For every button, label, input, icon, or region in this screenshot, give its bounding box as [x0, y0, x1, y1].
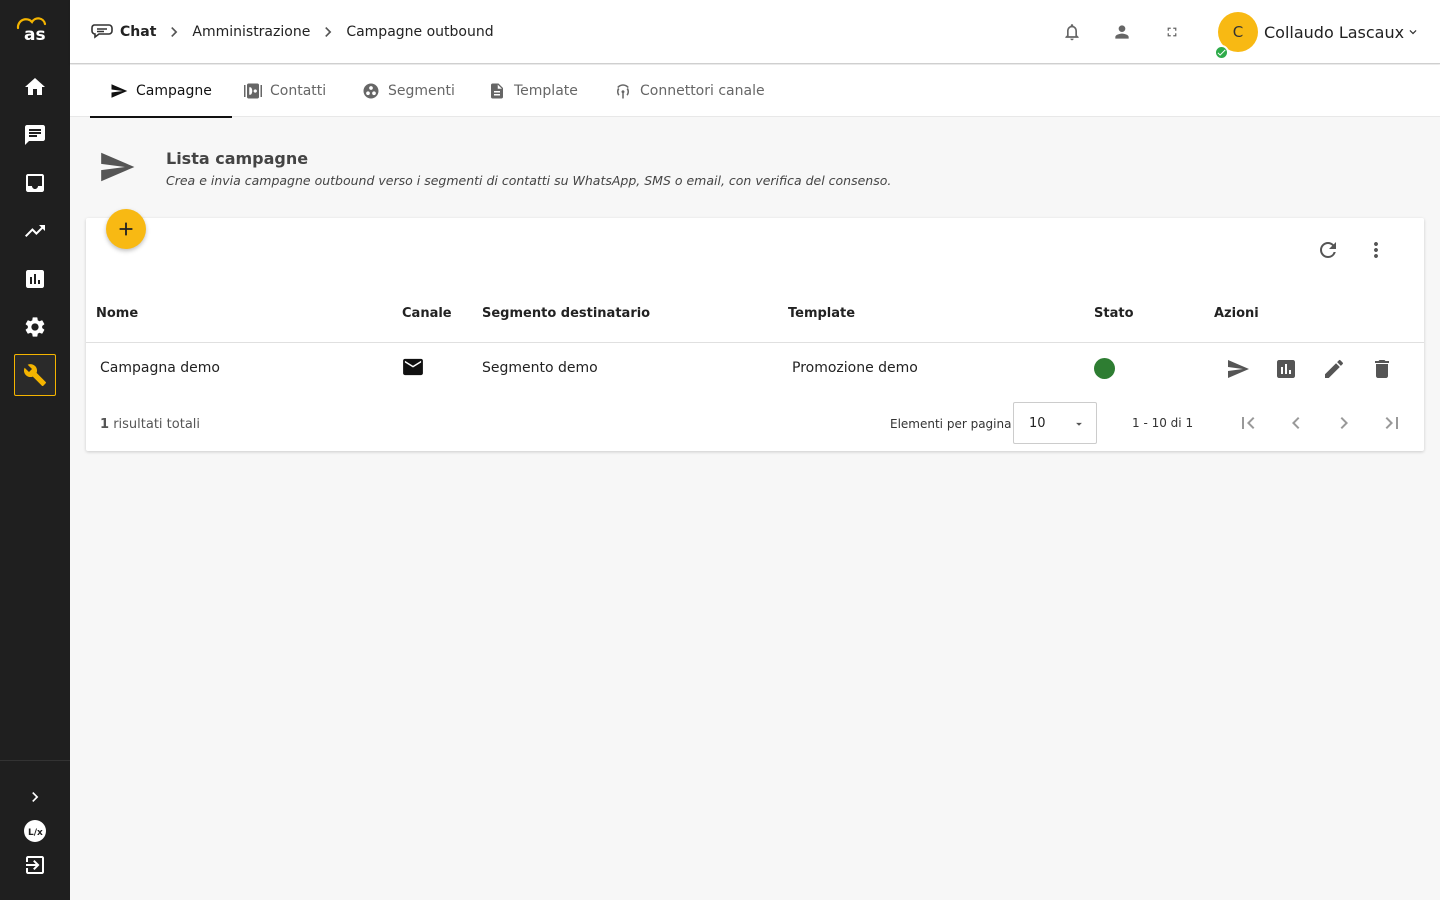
tab-connettori[interactable]: Connettori canale: [594, 65, 785, 117]
tab-label: Campagne: [136, 83, 212, 99]
column-header-nome[interactable]: Nome: [96, 306, 138, 321]
first-page-icon[interactable]: [1236, 411, 1260, 435]
chevron-right-icon: [171, 27, 178, 37]
trending-up-icon: [25, 225, 45, 237]
nav-reports[interactable]: [14, 258, 56, 300]
refresh-icon[interactable]: [1316, 238, 1340, 262]
document-icon: [491, 83, 503, 99]
page-subtitle: Crea e invia campagne outbound verso i s…: [166, 173, 892, 188]
table-footer: 1 risultati totali Elementi per pagina 1…: [86, 394, 1424, 452]
edit-icon[interactable]: [1322, 357, 1346, 381]
send-icon: [111, 84, 128, 98]
user-name: Collaudo Lascaux: [1264, 22, 1405, 42]
tab-campagne[interactable]: Campagne: [90, 65, 232, 118]
tab-segmenti[interactable]: Segmenti: [342, 65, 475, 117]
cell-name: Campagna demo: [100, 360, 220, 376]
inbox-icon: [26, 174, 44, 192]
add-campaign-button[interactable]: [106, 209, 146, 249]
column-header-segmento[interactable]: Segmento destinatario: [482, 306, 650, 321]
page-range: 1 - 10 di 1: [1132, 416, 1194, 430]
cell-template: Promozione demo: [792, 360, 918, 376]
more-vert-icon[interactable]: [1364, 238, 1388, 262]
segments-icon: [363, 83, 379, 99]
home-icon: [25, 78, 45, 95]
dropdown-arrow-icon: [1076, 422, 1082, 426]
campaigns-card: Nome Canale Segmento destinatario Templa…: [86, 209, 1424, 452]
page-title: Lista campagne: [166, 149, 309, 168]
cell-segment: Segmento demo: [482, 360, 598, 376]
top-bar: Chat Amministrazione Campagne outbound C…: [70, 0, 1440, 64]
contacts-icon: [244, 83, 262, 99]
svg-text:as: as: [24, 25, 46, 44]
gear-icon: [25, 317, 45, 337]
status-indicator: [1094, 358, 1115, 379]
avatar: C: [1214, 12, 1258, 60]
column-header-stato[interactable]: Stato: [1094, 306, 1134, 321]
plus-icon: [119, 222, 133, 236]
chevron-down-icon: [1409, 30, 1417, 35]
tab-label: Contatti: [270, 83, 327, 99]
per-page-label: Elementi per pagina: [890, 417, 1012, 431]
next-page-icon[interactable]: [1332, 411, 1356, 435]
app-logo-icon[interactable]: as: [12, 14, 54, 44]
sidebar: as L/x: [0, 0, 70, 900]
total-label: risultati totali: [113, 417, 201, 432]
total-results: 1 risultati totali: [100, 417, 200, 432]
column-header-canale[interactable]: Canale: [402, 306, 452, 321]
chevron-right-icon: [325, 27, 332, 37]
chat-icon: [25, 125, 45, 145]
fullscreen-icon[interactable]: [1162, 22, 1182, 42]
delete-icon[interactable]: [1370, 357, 1394, 381]
column-header-azioni: Azioni: [1214, 306, 1259, 321]
logout-icon: [26, 856, 44, 874]
last-page-icon[interactable]: [1380, 411, 1404, 435]
stats-icon[interactable]: [1274, 357, 1298, 381]
bell-icon[interactable]: [1062, 22, 1082, 42]
tab-label: Template: [514, 83, 578, 99]
breadcrumb: Chat Amministrazione Campagne outbound: [90, 20, 494, 44]
logout-button[interactable]: [14, 844, 56, 886]
nav-chat[interactable]: [14, 114, 56, 156]
person-icon[interactable]: [1112, 22, 1132, 42]
column-header-template[interactable]: Template: [788, 306, 855, 321]
avatar-initial: C: [1232, 23, 1244, 41]
previous-page-icon[interactable]: [1284, 411, 1308, 435]
chat-app-icon: [91, 24, 113, 39]
per-page-value: 10: [1029, 416, 1046, 431]
nav-trends[interactable]: [14, 210, 56, 252]
chevron-right-icon: [32, 792, 39, 802]
send-icon[interactable]: [1226, 357, 1250, 381]
antenna-icon: [617, 84, 629, 99]
nav-admin[interactable]: [14, 354, 56, 396]
lascaux-logo-icon: L/x: [24, 820, 46, 842]
tab-contatti[interactable]: Contatti: [224, 65, 346, 117]
total-count: 1: [100, 417, 110, 432]
per-page-select[interactable]: 10: [1013, 402, 1097, 444]
online-status-icon: [1214, 45, 1229, 60]
send-icon: [101, 152, 135, 182]
nav-settings[interactable]: [14, 306, 56, 348]
tab-label: Connettori canale: [640, 83, 765, 99]
email-icon: [403, 358, 423, 376]
breadcrumb-admin[interactable]: Amministrazione: [192, 24, 310, 40]
sidebar-divider: [0, 760, 70, 761]
breadcrumb-current: Campagne outbound: [346, 24, 494, 40]
tab-template[interactable]: Template: [468, 65, 598, 117]
breadcrumb-chat[interactable]: Chat: [120, 24, 156, 40]
table-row: Campagna demo Segmento demo Promozione d…: [86, 344, 1424, 394]
table-header: Nome Canale Segmento destinatario Templa…: [86, 284, 1424, 343]
svg-text:L/x: L/x: [28, 828, 43, 838]
tab-bar: Campagne Contatti Segmenti Template Conn…: [70, 65, 1440, 118]
wrench-icon: [23, 364, 46, 386]
bar-chart-icon: [26, 270, 44, 288]
user-menu[interactable]: C Collaudo Lascaux: [1214, 12, 1420, 60]
tab-label: Segmenti: [388, 83, 455, 99]
nav-home[interactable]: [14, 66, 56, 108]
nav-inbox[interactable]: [14, 162, 56, 204]
